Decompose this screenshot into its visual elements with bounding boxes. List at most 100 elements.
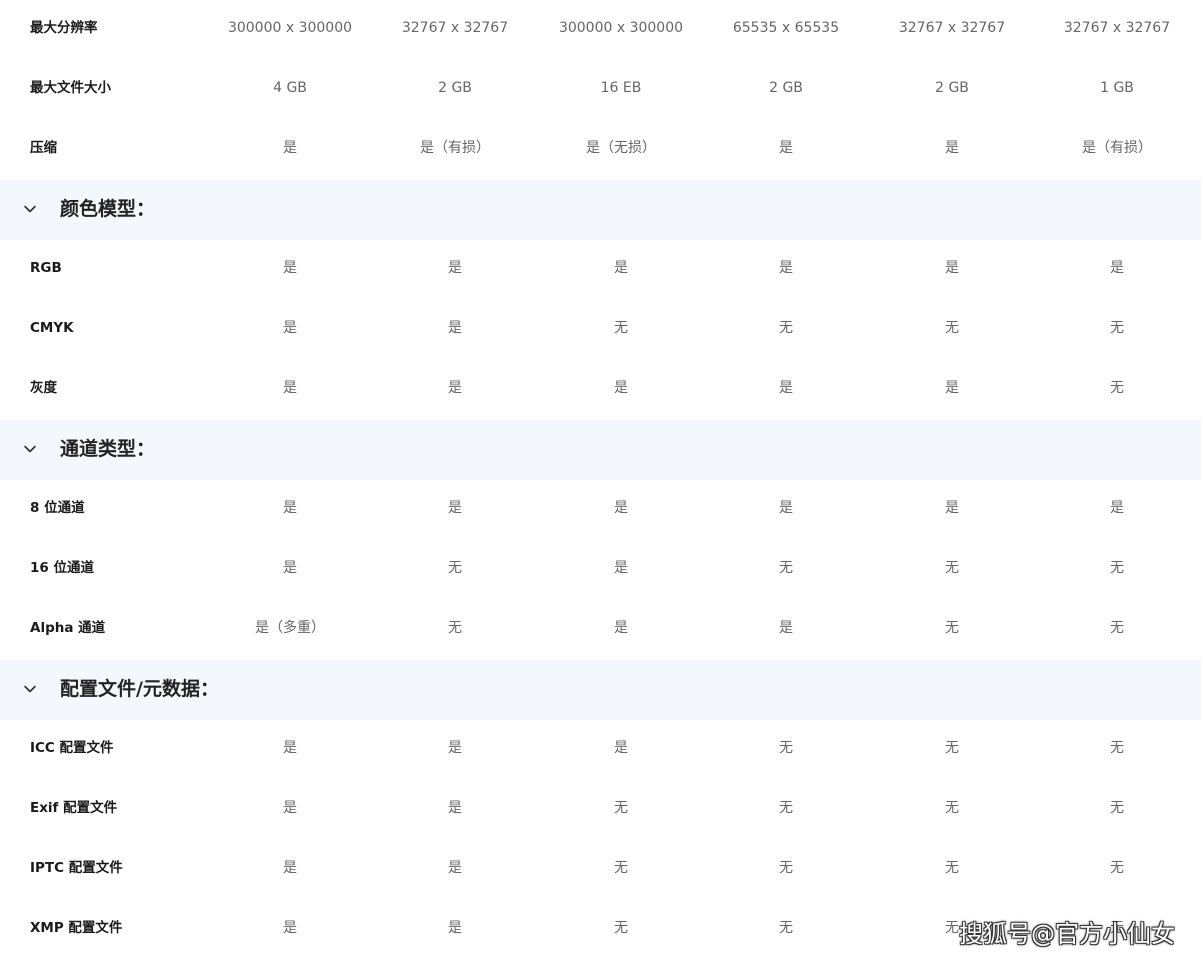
table-cell: 是	[283, 800, 297, 816]
table-row: 最大文件大小 4 GB 2 GB 16 EB 2 GB 2 GB 1 GB	[0, 60, 1201, 120]
table-cell: 2 GB	[438, 80, 472, 96]
table-cell: 是	[614, 620, 628, 636]
table-row: RGB 是 是 是 是 是 是	[0, 240, 1201, 300]
table-cell: 是	[283, 140, 297, 156]
table-cell: 无	[1110, 320, 1124, 336]
table-cell: 无	[945, 860, 959, 876]
table-cell: 65535 x 65535	[732, 20, 840, 36]
table-row: 最大分辨率 300000 x 300000 32767 x 32767 3000…	[0, 0, 1201, 60]
chevron-down-icon[interactable]	[22, 201, 38, 217]
section-header-profiles-metadata[interactable]: 配置文件/元数据：	[0, 660, 1201, 720]
chevron-down-icon[interactable]	[22, 441, 38, 457]
table-cell: 是	[448, 380, 462, 396]
row-label: XMP 配置文件	[30, 920, 123, 936]
table-cell: 无	[945, 740, 959, 756]
table-cell: 是	[945, 380, 959, 396]
table-cell: 无	[779, 800, 793, 816]
table-row: Alpha 通道 是（多重） 无 是 是 无 无	[0, 600, 1201, 660]
table-cell: 无	[779, 860, 793, 876]
table-cell: 无	[1110, 860, 1124, 876]
table-row: IPTC 配置文件 是 是 无 无 无 无	[0, 840, 1201, 900]
section-title: 配置文件/元数据：	[60, 678, 219, 700]
table-cell: 300000 x 300000	[558, 20, 684, 36]
table-cell: 是	[448, 800, 462, 816]
row-label: IPTC 配置文件	[30, 860, 123, 876]
table-cell: 1 GB	[1100, 80, 1134, 96]
table-cell: 是	[614, 380, 628, 396]
table-cell: 无	[779, 920, 793, 936]
table-row: ICC 配置文件 是 是 是 无 无 无	[0, 720, 1201, 780]
table-row: 压缩 是 是（有损） 是（无损） 是 是 是（有损）	[0, 120, 1201, 180]
table-cell: 无	[1110, 560, 1124, 576]
table-cell: 是	[779, 260, 793, 276]
table-cell: 是（有损）	[420, 140, 490, 156]
table-cell: 无	[614, 920, 628, 936]
table-cell: 是	[614, 260, 628, 276]
table-cell: 无	[614, 320, 628, 336]
table-cell: 是	[779, 620, 793, 636]
table-cell: 是	[448, 500, 462, 516]
row-label: 最大文件大小	[30, 80, 111, 96]
chevron-down-icon[interactable]	[22, 681, 38, 697]
table-cell: 32767 x 32767	[1063, 20, 1171, 36]
row-label: 灰度	[30, 380, 57, 396]
section-header-channel-types[interactable]: 通道类型：	[0, 420, 1201, 480]
table-cell: 2 GB	[935, 80, 969, 96]
section-title: 通道类型：	[60, 438, 156, 460]
row-label: RGB	[30, 260, 62, 276]
table-cell: 是	[283, 860, 297, 876]
table-cell: 4 GB	[273, 80, 307, 96]
table-cell: 无	[448, 560, 462, 576]
table-cell: 32767 x 32767	[401, 20, 509, 36]
table-cell: 无	[779, 320, 793, 336]
table-cell: 是	[283, 320, 297, 336]
table-cell: 无	[945, 620, 959, 636]
table-cell: 是	[448, 740, 462, 756]
table-cell: 是	[614, 500, 628, 516]
table-cell: 是	[283, 500, 297, 516]
table-cell: 无	[614, 860, 628, 876]
row-label: 压缩	[30, 140, 57, 156]
table-cell: 无	[1110, 800, 1124, 816]
table-cell: 无	[1110, 740, 1124, 756]
table-row: CMYK 是 是 无 无 无 无	[0, 300, 1201, 360]
table-cell: 是	[283, 740, 297, 756]
table-cell: 无	[614, 800, 628, 816]
table-cell: 是（多重）	[255, 620, 325, 636]
table-cell: 是	[283, 260, 297, 276]
table-cell: 是	[448, 860, 462, 876]
row-label: 8 位通道	[30, 500, 85, 516]
row-label: ICC 配置文件	[30, 740, 114, 756]
table-cell: 是	[283, 380, 297, 396]
table-cell: 是	[779, 140, 793, 156]
row-label: CMYK	[30, 320, 74, 336]
table-row: Exif 配置文件 是 是 无 无 无 无	[0, 780, 1201, 840]
table-cell: 是（无损）	[586, 140, 656, 156]
table-row: 灰度 是 是 是 是 是 无	[0, 360, 1201, 420]
table-cell: 是	[945, 260, 959, 276]
table-cell: 是（有损）	[1082, 140, 1152, 156]
table-cell: 2 GB	[769, 80, 803, 96]
table-cell: 无	[945, 800, 959, 816]
table-cell: 16 EB	[600, 80, 642, 96]
table-cell: 是	[448, 920, 462, 936]
table-cell: 是	[945, 140, 959, 156]
row-label: 16 位通道	[30, 560, 94, 576]
table-cell: 32767 x 32767	[898, 20, 1006, 36]
section-header-color-models[interactable]: 颜色模型：	[0, 180, 1201, 240]
table-cell: 是	[283, 560, 297, 576]
table-cell: 是	[1110, 500, 1124, 516]
table-cell: 是	[1110, 260, 1124, 276]
table-cell: 300000 x 300000	[227, 20, 353, 36]
table-cell: 是	[614, 560, 628, 576]
table-cell: 无	[779, 740, 793, 756]
table-cell: 无	[1110, 620, 1124, 636]
table-cell: 无	[1110, 380, 1124, 396]
table-cell: 无	[448, 620, 462, 636]
watermark: 搜狐号@官方小仙女	[959, 920, 1175, 948]
table-cell: 是	[945, 500, 959, 516]
table-row: 8 位通道 是 是 是 是 是 是	[0, 480, 1201, 540]
row-label: Alpha 通道	[30, 620, 106, 636]
table-cell: 是	[779, 500, 793, 516]
table-cell: 是	[448, 320, 462, 336]
